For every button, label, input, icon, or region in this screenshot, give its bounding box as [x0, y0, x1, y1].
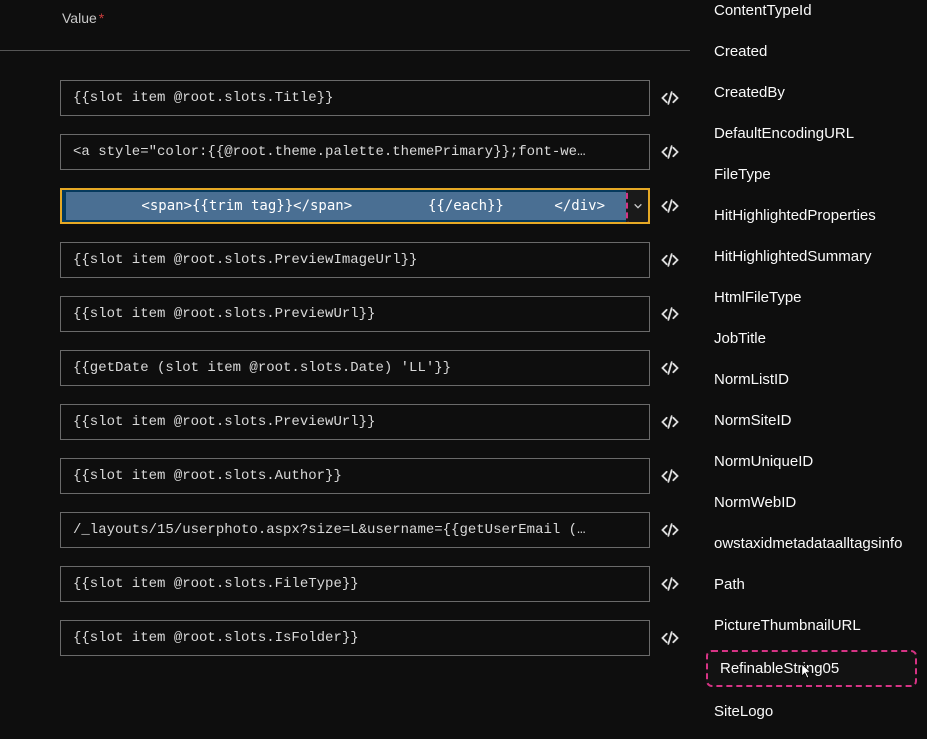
- dropdown-button[interactable]: [626, 188, 650, 224]
- value-row: {{slot item @root.slots.FileType}}: [60, 566, 702, 602]
- property-item[interactable]: FileType: [708, 164, 927, 185]
- property-item[interactable]: ContentTypeId: [708, 0, 927, 21]
- property-item[interactable]: CreatedBy: [708, 82, 927, 103]
- code-icon[interactable]: [660, 574, 680, 594]
- values-column: Value* {{slot item @root.slots.Title}} <a…: [0, 0, 702, 739]
- value-input[interactable]: {{getDate (slot item @root.slots.Date) '…: [60, 350, 650, 386]
- value-row: {{slot item @root.slots.IsFolder}}: [60, 620, 702, 656]
- code-icon[interactable]: [660, 304, 680, 324]
- value-input[interactable]: {{slot item @root.slots.Title}}: [60, 80, 650, 116]
- property-item[interactable]: NormUniqueID: [708, 451, 927, 472]
- chevron-down-icon: [633, 201, 643, 211]
- value-row: {{slot item @root.slots.Author}}: [60, 458, 702, 494]
- value-row: {{slot item @root.slots.PreviewUrl}}: [60, 296, 702, 332]
- value-row: {{slot item @root.slots.PreviewUrl}}: [60, 404, 702, 440]
- property-item[interactable]: Created: [708, 41, 927, 62]
- property-item[interactable]: DefaultEncodingURL: [708, 123, 927, 144]
- property-item[interactable]: HtmlFileType: [708, 287, 927, 308]
- value-row: {{slot item @root.slots.PreviewImageUrl}…: [60, 242, 702, 278]
- value-input[interactable]: /_layouts/15/userphoto.aspx?size=L&usern…: [60, 512, 650, 548]
- property-item[interactable]: owstaxidmetadataalltagsinfo: [708, 533, 927, 554]
- property-item[interactable]: HitHighlightedProperties: [708, 205, 927, 226]
- code-icon[interactable]: [660, 466, 680, 486]
- required-indicator: *: [99, 10, 104, 26]
- value-input[interactable]: {{slot item @root.slots.PreviewUrl}}: [60, 404, 650, 440]
- code-icon[interactable]: [660, 88, 680, 108]
- field-label-text: Value: [62, 10, 97, 26]
- code-icon[interactable]: [660, 520, 680, 540]
- value-row: <a style="color:{{@root.theme.palette.th…: [60, 134, 702, 170]
- property-item[interactable]: JobTitle: [708, 328, 927, 349]
- property-item[interactable]: Path: [708, 574, 927, 595]
- property-item[interactable]: PictureThumbnailURL: [708, 615, 927, 636]
- property-item[interactable]: HitHighlightedSummary: [708, 246, 927, 267]
- code-icon[interactable]: [660, 196, 680, 216]
- code-icon[interactable]: [660, 412, 680, 432]
- value-input[interactable]: {{slot item @root.slots.Author}}: [60, 458, 650, 494]
- code-icon[interactable]: [660, 142, 680, 162]
- value-input-selected[interactable]: <span>{{trim tag}}</span> {{/each}} </di…: [60, 188, 650, 224]
- property-list: ContentTypeId Created CreatedBy DefaultEnco…: [702, 0, 927, 739]
- value-row: {{getDate (slot item @root.slots.Date) '…: [60, 350, 702, 386]
- code-icon[interactable]: [660, 250, 680, 270]
- value-rows: {{slot item @root.slots.Title}} <a style=…: [60, 80, 702, 656]
- config-panel: Value* {{slot item @root.slots.Title}} <a…: [0, 0, 927, 739]
- property-item[interactable]: NormSiteID: [708, 410, 927, 431]
- code-icon[interactable]: [660, 358, 680, 378]
- property-item[interactable]: NormWebID: [708, 492, 927, 513]
- value-row: /_layouts/15/userphoto.aspx?size=L&usern…: [60, 512, 702, 548]
- property-item[interactable]: SiteLogo: [708, 701, 927, 722]
- value-row: <span>{{trim tag}}</span> {{/each}} </di…: [60, 188, 702, 224]
- value-text: <span>{{trim tag}}</span> {{/each}} </di…: [66, 192, 630, 220]
- value-input[interactable]: <a style="color:{{@root.theme.palette.th…: [60, 134, 650, 170]
- value-input[interactable]: {{slot item @root.slots.PreviewUrl}}: [60, 296, 650, 332]
- divider: [0, 50, 690, 51]
- value-input[interactable]: {{slot item @root.slots.FileType}}: [60, 566, 650, 602]
- field-label: Value*: [60, 10, 702, 26]
- value-input[interactable]: {{slot item @root.slots.IsFolder}}: [60, 620, 650, 656]
- code-icon[interactable]: [660, 628, 680, 648]
- value-input[interactable]: {{slot item @root.slots.PreviewImageUrl}…: [60, 242, 650, 278]
- value-row: {{slot item @root.slots.Title}}: [60, 80, 702, 116]
- property-item[interactable]: NormListID: [708, 369, 927, 390]
- property-item[interactable]: RefinableString05: [706, 650, 917, 687]
